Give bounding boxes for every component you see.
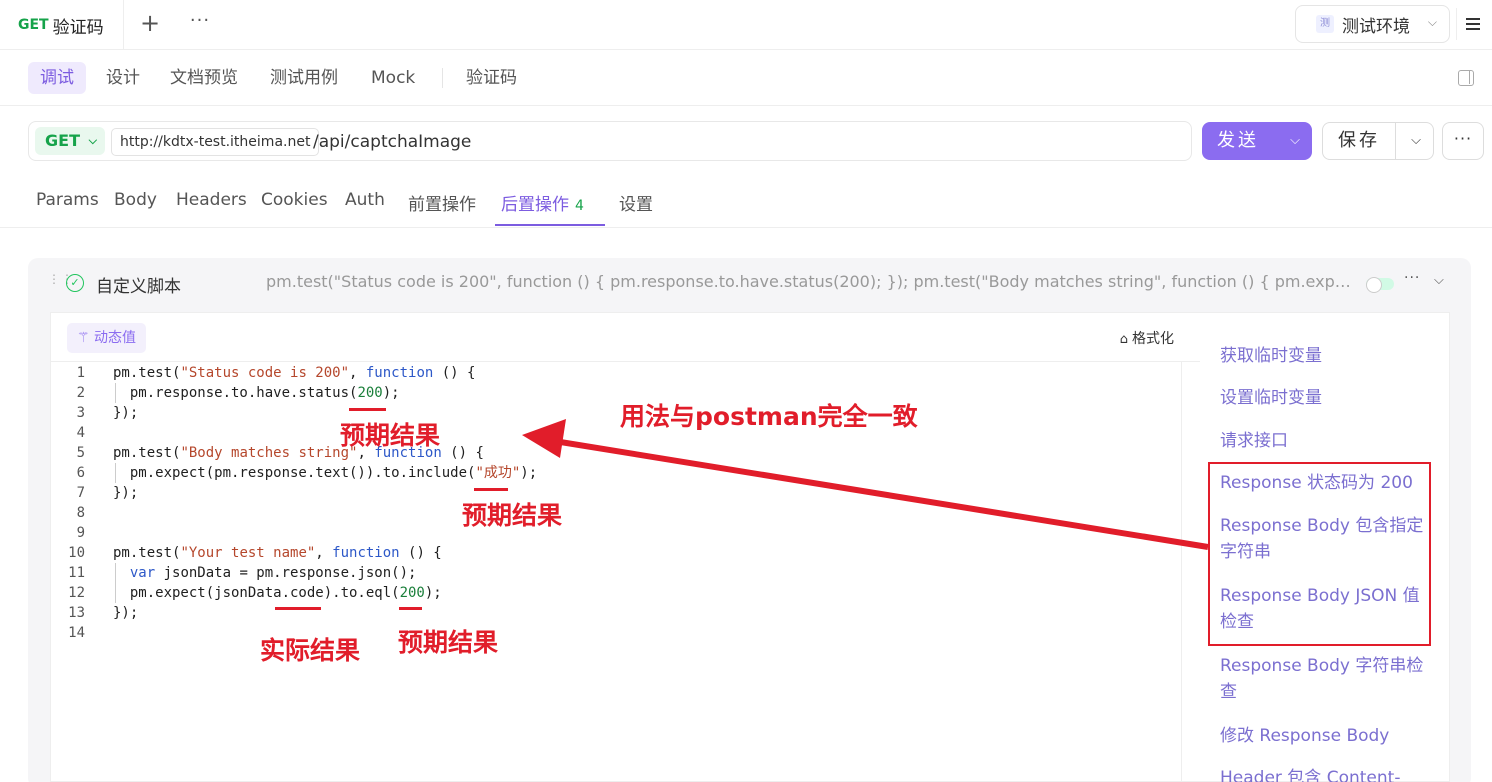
annotation-underline bbox=[275, 607, 321, 610]
annotation-expected-2: 预期结果 bbox=[462, 501, 563, 530]
annotation-title: 用法与postman完全一致 bbox=[620, 402, 918, 431]
annotation-underline bbox=[399, 607, 422, 610]
annotation-expected-1: 预期结果 bbox=[340, 421, 441, 450]
annotation-underline bbox=[349, 408, 386, 411]
annotation-actual: 实际结果 bbox=[260, 636, 361, 665]
annotation-arrow bbox=[522, 419, 1209, 550]
annotation-expected-3: 预期结果 bbox=[398, 628, 499, 657]
annotation-underline bbox=[474, 488, 508, 491]
